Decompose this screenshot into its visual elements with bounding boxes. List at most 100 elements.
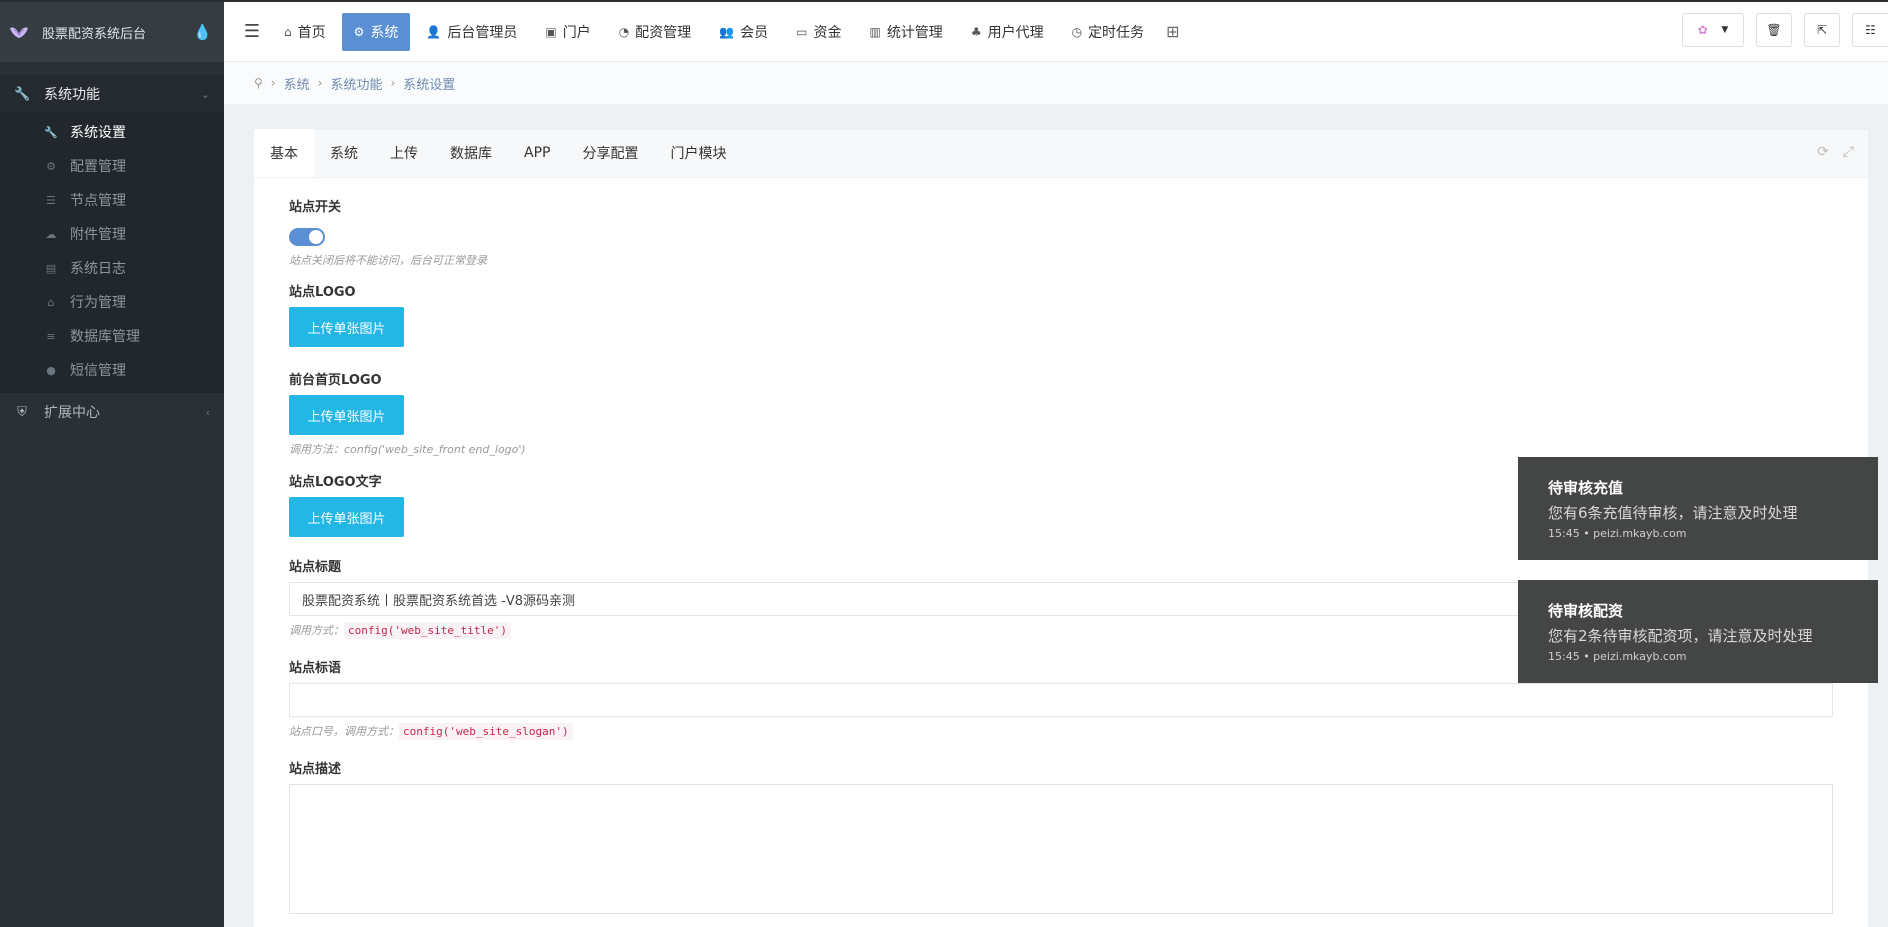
site-description-textarea[interactable] (289, 784, 1833, 914)
tab-system[interactable]: 系统 (314, 129, 374, 177)
breadcrumb-item[interactable]: 系统设置 (403, 74, 455, 93)
home-icon: ⌂ (284, 24, 292, 39)
external-link-icon: ⇱ (1816, 23, 1828, 37)
tab-share-config[interactable]: 分享配置 (566, 129, 654, 177)
upload-front-logo-button[interactable]: 上传单张图片 (289, 395, 404, 435)
nav-item-label: 定时任务 (1088, 24, 1145, 41)
theme-drop-icon[interactable]: 💧 (193, 23, 212, 41)
user-avatar-dropdown[interactable]: ✿ ▼ (1682, 13, 1744, 47)
gear-icon: ⚙ (353, 24, 365, 39)
sidebar-item-label: 行为管理 (70, 295, 126, 311)
nav-item-label: 统计管理 (886, 24, 943, 41)
sidebar-item-node-management[interactable]: ☰ 节点管理 (0, 183, 224, 217)
sidebar-item-label: 数据库管理 (70, 329, 140, 345)
cloud-upload-icon: ☁ (45, 227, 57, 241)
nav-item-label: 后台管理员 (447, 24, 518, 41)
newspaper-icon: ▣ (545, 24, 557, 39)
breadcrumb: ⚲ › 系统 › 系统功能 › 系统设置 (224, 62, 1888, 104)
breadcrumb-item[interactable]: 系统功能 (330, 74, 382, 93)
trash-icon: 🗑 (1766, 23, 1782, 37)
sidebar-submenu: 🔧 系统设置 ⚙ 配置管理 ☰ 节点管理 ☁ 附件管理 ▤ 系统日志 ⌂ 行为管… (0, 113, 224, 393)
grid-apps-icon[interactable]: ⊞ (1166, 22, 1179, 41)
wrench-icon: 🔧 (14, 86, 31, 102)
fullscreen-icon[interactable]: ⤢ (1843, 144, 1854, 160)
nav-item-label: 系统 (370, 24, 399, 41)
toast-message: 您有2条待审核配资项，请注意及时处理 (1548, 627, 1813, 645)
sidebar: 股票配资系统后台 💧 🔧 系统功能 ⌄ 🔧 系统设置 ⚙ 配置管理 ☰ 节点管理… (0, 2, 224, 927)
site-switch-toggle[interactable] (289, 228, 325, 246)
nav-item-scheduled-tasks[interactable]: ◷ 定时任务 (1060, 13, 1156, 51)
sidebar-item-label: 附件管理 (70, 227, 126, 243)
settings-tabs: 基本 系统 上传 数据库 APP 分享配置 门户模块 ⟳ ⤢ (254, 129, 1868, 178)
sidebar-item-attachment-management[interactable]: ☁ 附件管理 (0, 217, 224, 251)
field-help: 站点口号，调用方式： config('web_site_slogan') (289, 723, 1833, 740)
sidebar-item-config-management[interactable]: ⚙ 配置管理 (0, 149, 224, 183)
upload-logo-text-button[interactable]: 上传单张图片 (289, 497, 404, 537)
comment-icon: ● (46, 363, 56, 377)
tab-upload[interactable]: 上传 (374, 129, 434, 177)
field-help: 调用方法：config('web_site_front end_logo') (289, 443, 526, 456)
map-marker-icon: ⚲ (254, 76, 263, 90)
tab-app[interactable]: APP (508, 129, 566, 177)
field-help-prefix: 站点口号，调用方式： (289, 725, 399, 738)
field-help-prefix: 调用方式： (289, 624, 344, 637)
breadcrumb-separator-icon: › (317, 76, 323, 90)
field-label: 前台首页LOGO (289, 373, 382, 388)
menu-toggle-icon[interactable]: ☰ (232, 21, 272, 42)
list-icon: ☰ (46, 193, 56, 207)
toast-meta: 15:45 • peizi.mkayb.com (1548, 527, 1687, 540)
site-slogan-input[interactable] (289, 683, 1833, 717)
nav-item-admins[interactable]: 👤 后台管理员 (414, 13, 529, 51)
field-help: 站点关闭后将不能访问，后台可正常登录 (289, 254, 487, 267)
sidebar-group-system-functions[interactable]: 🔧 系统功能 ⌄ (0, 75, 224, 113)
sidebar-group-label: 系统功能 (44, 87, 100, 103)
upload-site-logo-button[interactable]: 上传单张图片 (289, 307, 404, 347)
nav-item-label: 资金 (813, 24, 842, 41)
sidebar-right-toggle-button[interactable]: ☷ (1852, 13, 1888, 47)
breadcrumb-item[interactable]: 系统 (284, 74, 310, 93)
shield-icon: ⛨ (17, 404, 27, 420)
open-frontend-button[interactable]: ⇱ (1804, 13, 1840, 47)
sidebar-item-label: 短信管理 (70, 363, 126, 379)
sidebar-item-system-log[interactable]: ▤ 系统日志 (0, 251, 224, 285)
clear-cache-button[interactable]: 🗑 (1756, 13, 1792, 47)
sidebar-item-database-management[interactable]: ≡ 数据库管理 (0, 319, 224, 353)
sidebar-group-extension-center[interactable]: ⛨ 扩展中心 ‹ (0, 393, 224, 431)
field-help-code: config('web_site_title') (344, 622, 511, 639)
toast-title: 待审核配资 (1548, 602, 1624, 620)
nav-item-home[interactable]: ⌂ 首页 (272, 13, 338, 51)
chevron-down-icon: ⌄ (200, 87, 210, 101)
sidebar-group-label: 扩展中心 (44, 405, 100, 421)
nav-item-label: 门户 (562, 24, 591, 41)
sidebar-item-label: 配置管理 (70, 159, 126, 175)
panel-tools: ⟳ ⤢ (1817, 144, 1854, 160)
bar-chart-icon: ▥ (869, 24, 881, 39)
nav-item-allocation[interactable]: ◔ 配资管理 (607, 13, 703, 51)
nav-item-statistics[interactable]: ▥ 统计管理 (857, 13, 954, 51)
tab-database[interactable]: 数据库 (434, 129, 508, 177)
book-icon: ▤ (45, 261, 57, 275)
field-label: 站点描述 (289, 762, 342, 777)
nav-item-system[interactable]: ⚙ 系统 (341, 12, 411, 51)
sidebar-item-sms-management[interactable]: ● 短信管理 (0, 353, 224, 387)
list-icon: ☷ (1865, 23, 1876, 37)
nav-item-agents[interactable]: ♣ 用户代理 (959, 13, 1056, 51)
wrench-icon: 🔧 (44, 125, 58, 139)
sidebar-item-system-settings[interactable]: 🔧 系统设置 (0, 115, 224, 149)
breadcrumb-separator-icon: › (270, 76, 276, 90)
nav-item-label: 用户代理 (987, 24, 1044, 41)
bank-icon: ⌂ (47, 295, 55, 309)
field-help-code: config('web_site_slogan') (399, 723, 573, 740)
nav-item-portal[interactable]: ▣ 门户 (533, 13, 602, 51)
tab-portal-module[interactable]: 门户模块 (654, 129, 742, 177)
toast-pending-recharge[interactable]: 待审核充值 您有6条充值待审核，请注意及时处理 15:45 • peizi.mk… (1518, 457, 1878, 560)
toast-pending-allocation[interactable]: 待审核配资 您有2条待审核配资项，请注意及时处理 15:45 • peizi.m… (1518, 580, 1878, 683)
brand[interactable]: 股票配资系统后台 💧 (0, 2, 224, 62)
user-icon: 👤 (426, 24, 442, 39)
nav-item-funds[interactable]: ▭ 资金 (784, 13, 853, 51)
nav-item-members[interactable]: 👥 会员 (707, 13, 780, 51)
refresh-icon[interactable]: ⟳ (1817, 144, 1829, 160)
sidebar-item-behavior-management[interactable]: ⌂ 行为管理 (0, 285, 224, 319)
tab-basic[interactable]: 基本 (254, 129, 314, 177)
database-icon: ≡ (46, 329, 56, 343)
